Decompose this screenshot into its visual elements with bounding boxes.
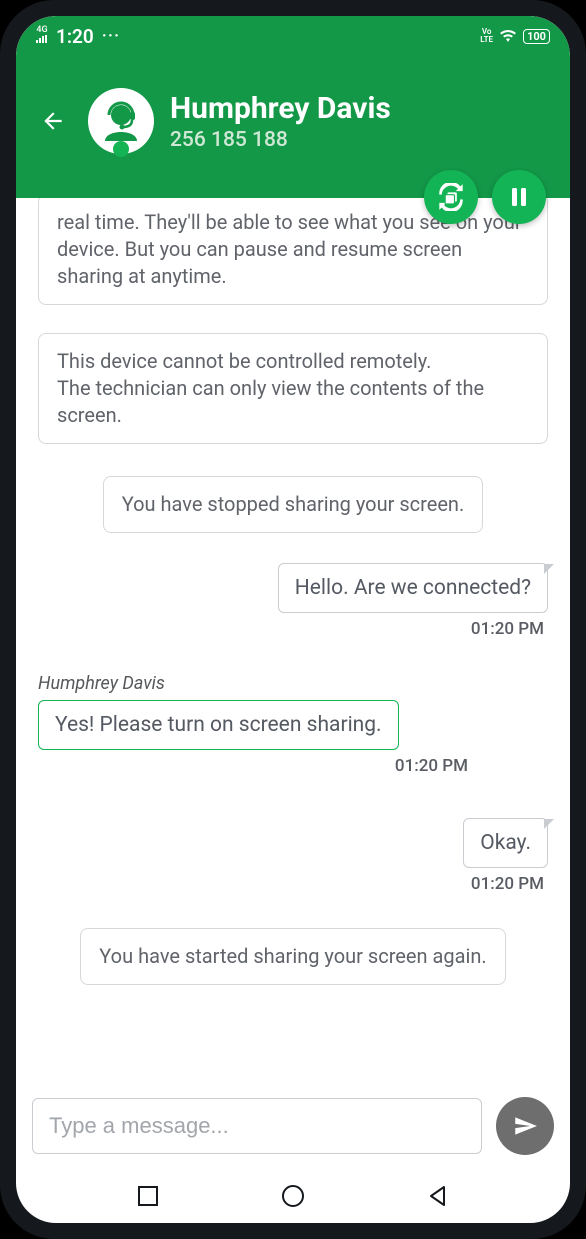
message-time: 01:20 PM [471,619,544,639]
chat-header: Humphrey Davis 256 185 188 [16,56,570,198]
nav-home-button[interactable] [281,1184,305,1208]
message-text: Yes! Please turn on screen sharing. [55,713,382,737]
phone-frame: 4G 1:20 ··· VoLTE 100 [0,0,586,1239]
system-text: This device cannot be controlled remotel… [57,348,529,375]
android-nav-bar [16,1169,570,1223]
message-incoming: Humphrey Davis Yes! Please turn on scree… [38,673,548,776]
message-text: Okay. [480,831,531,855]
message-sender: Humphrey Davis [38,673,165,694]
nav-recent-button[interactable] [137,1185,159,1207]
message-text: Hello. Are we connected? [295,576,531,600]
system-text: The technician can only view the content… [57,375,529,429]
message-bubble[interactable]: Hello. Are we connected? [278,563,548,613]
signal-label: 4G [36,26,48,35]
agent-phone: 256 185 188 [170,128,391,152]
system-info-view-only: This device cannot be controlled remotel… [38,333,548,444]
volte-icon: VoLTE [480,28,493,44]
send-icon [512,1113,538,1139]
message-bubble[interactable]: Yes! Please turn on screen sharing. [38,700,399,750]
status-time: 1:20 [56,25,94,48]
presence-indicator [113,141,129,157]
status-bar: 4G 1:20 ··· VoLTE 100 [16,16,570,56]
system-stopped-sharing: You have stopped sharing your screen. [103,476,484,533]
screen-swap-icon [437,183,465,211]
system-text: You have started sharing your screen aga… [99,944,486,968]
wifi-icon [499,29,517,43]
pause-share-button[interactable] [492,170,546,224]
send-button[interactable] [496,1097,554,1155]
message-time: 01:20 PM [395,756,468,776]
message-composer [16,1087,570,1169]
battery-icon: 100 [523,29,550,44]
pause-icon [507,185,531,209]
headset-person-icon [95,95,147,147]
swap-screen-button[interactable] [424,170,478,224]
message-time: 01:20 PM [471,874,544,894]
system-text: You have stopped sharing your screen. [122,492,465,516]
message-bubble[interactable]: Okay. [463,818,548,868]
back-button[interactable] [40,108,66,134]
avatar-wrap [88,88,154,154]
message-outgoing: Hello. Are we connected? 01:20 PM [38,563,548,639]
nav-back-button[interactable] [427,1185,449,1207]
screen: 4G 1:20 ··· VoLTE 100 [16,16,570,1223]
system-started-sharing: You have started sharing your screen aga… [80,928,505,985]
signal-4g-icon: 4G [36,26,48,46]
status-menu-dots: ··· [102,26,120,47]
message-outgoing: Okay. 01:20 PM [38,818,548,894]
message-input[interactable] [32,1098,482,1154]
agent-name: Humphrey Davis [170,91,391,126]
chat-scroll-area[interactable]: real time. They'll be able to see what y… [16,198,570,1087]
